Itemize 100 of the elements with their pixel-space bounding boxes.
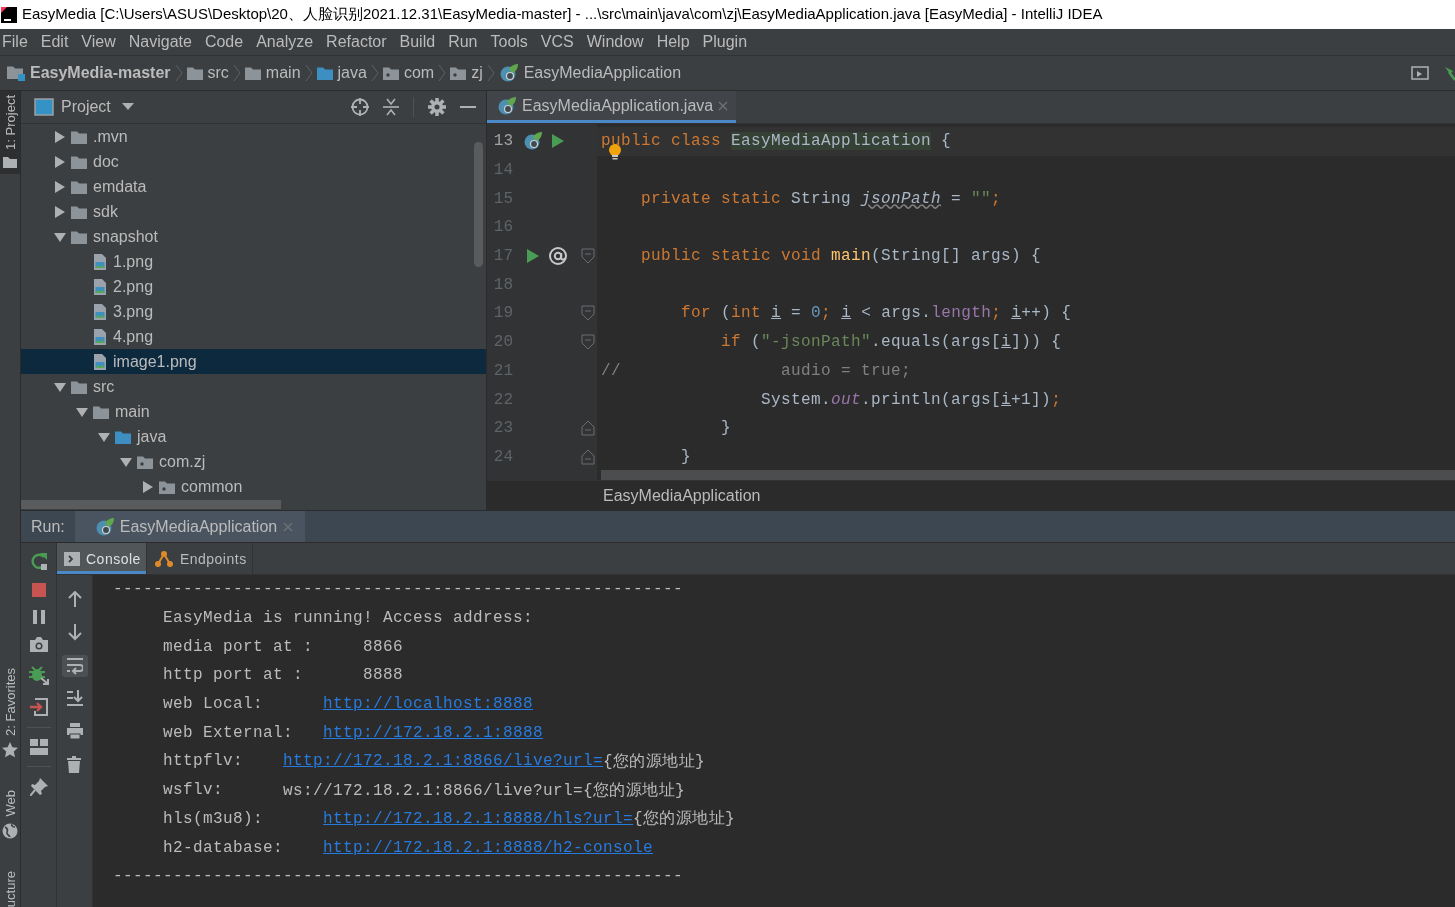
- tree-item[interactable]: doc: [21, 149, 486, 174]
- tool-window-button[interactable]: 1: Project: [0, 91, 20, 174]
- run-tab[interactable]: EasyMediaApplication: [74, 511, 306, 542]
- settings-icon[interactable]: [428, 98, 446, 116]
- menu-item[interactable]: Build: [399, 33, 436, 51]
- pin-icon[interactable]: [29, 778, 48, 796]
- editor-tab[interactable]: EasyMediaApplication.java: [487, 91, 737, 123]
- console-link[interactable]: http://172.18.2.1:8888/hls?url=: [323, 809, 634, 828]
- expand-arrow-icon[interactable]: [54, 130, 66, 143]
- folder-icon: [186, 66, 203, 80]
- menu-item[interactable]: Help: [656, 33, 690, 51]
- scrollbar-thumb[interactable]: [474, 142, 483, 267]
- console-link[interactable]: http://172.18.2.1:8866/live?url=: [283, 752, 604, 771]
- image-file-icon: [93, 252, 107, 271]
- code-line: for (int i = 0; i < args.length; i++) {: [680, 304, 1072, 323]
- expand-arrow-icon[interactable]: [54, 380, 66, 393]
- folder-icon: [316, 66, 333, 80]
- console-link[interactable]: http://localhost:8888: [323, 695, 534, 714]
- scroll-to-end-icon[interactable]: [66, 690, 83, 708]
- console-link[interactable]: http://172.18.2.1:8888: [323, 723, 544, 742]
- window-title: EasyMedia [C:\Users\ASUS\Desktop\20、人脸识别2021.12.31\EasyMedia-master] - ...\src\main\java\com\zj\EasyMediaApplication.java [EasyMedia] - IntelliJ IDEA: [22, 5, 1103, 24]
- menu-item[interactable]: Window: [586, 33, 644, 51]
- menu-item[interactable]: View: [81, 33, 116, 51]
- exit-icon[interactable]: [29, 698, 48, 716]
- breadcrumb-item[interactable]: EasyMedia-master: [7, 64, 171, 82]
- menu-item[interactable]: Run: [448, 33, 478, 51]
- expand-arrow-icon[interactable]: [54, 180, 66, 193]
- code-line: }: [720, 419, 732, 438]
- tree-item[interactable]: 1.png: [21, 249, 486, 274]
- tree-item[interactable]: emdata: [21, 174, 486, 199]
- rerun-icon[interactable]: [29, 552, 48, 570]
- menu-item[interactable]: Code: [204, 33, 244, 51]
- trash-icon[interactable]: [66, 756, 83, 774]
- expand-arrow-icon[interactable]: [54, 205, 66, 218]
- tree-item[interactable]: main: [21, 399, 486, 424]
- code-line: public class EasyMediaApplication {: [601, 132, 952, 151]
- tree-item[interactable]: common: [21, 474, 486, 499]
- bug-icon[interactable]: [28, 665, 49, 685]
- menu-item[interactable]: File: [2, 33, 28, 51]
- console-label: hls(m3u8):: [163, 809, 264, 828]
- tool-window-button[interactable]: ucture: [0, 866, 20, 907]
- window-icon[interactable]: [1411, 66, 1429, 80]
- breadcrumb-item[interactable]: java: [316, 64, 367, 82]
- menu-item[interactable]: VCS: [540, 33, 574, 51]
- breadcrumb-item[interactable]: EasyMediaApplication: [603, 486, 761, 505]
- print-icon[interactable]: [66, 723, 83, 741]
- tree-item[interactable]: java: [21, 424, 486, 449]
- code-line: private static String jsonPath = "";: [640, 189, 1002, 208]
- expand-arrow-icon[interactable]: [54, 155, 66, 168]
- console-value: ws://172.18.2.1:8866/live?url={您的源地址}: [283, 780, 686, 801]
- camera-icon[interactable]: [29, 637, 48, 652]
- menu-item[interactable]: Refactor: [326, 33, 387, 51]
- menu-item[interactable]: Edit: [40, 33, 69, 51]
- expand-arrow-icon[interactable]: [98, 430, 110, 443]
- stop-icon[interactable]: [31, 583, 46, 597]
- tree-item[interactable]: sdk: [21, 199, 486, 224]
- expand-arrow-icon[interactable]: [142, 480, 154, 493]
- menu-item[interactable]: Analyze: [256, 33, 314, 51]
- panel-title[interactable]: Project: [61, 98, 111, 116]
- line-number: 13: [492, 132, 513, 151]
- tree-item[interactable]: .mvn: [21, 124, 486, 149]
- tree-item[interactable]: com.zj: [21, 449, 486, 474]
- console-label: web Local:: [163, 695, 264, 714]
- menu-item[interactable]: Tools: [490, 33, 528, 51]
- crosshair-icon[interactable]: [351, 98, 369, 116]
- console-tab[interactable]: Console: [57, 543, 147, 574]
- tool-window-button[interactable]: 2: Favorites: [0, 664, 20, 765]
- expand-arrow-icon[interactable]: [76, 405, 88, 418]
- tree-item[interactable]: 2.png: [21, 274, 486, 299]
- tree-item[interactable]: 3.png: [21, 299, 486, 324]
- folder-icon: [71, 129, 87, 144]
- tree-item[interactable]: image1.png: [21, 349, 486, 374]
- up-arrow-icon[interactable]: [66, 591, 83, 609]
- project-folder-icon: [7, 65, 25, 81]
- scrollbar-thumb[interactable]: [601, 470, 1455, 480]
- breadcrumb-item[interactable]: EasyMediaApplication: [498, 63, 682, 83]
- expand-arrow-icon[interactable]: [120, 455, 132, 468]
- collapse-all-icon[interactable]: [383, 98, 399, 116]
- breadcrumb-item[interactable]: com: [382, 64, 435, 82]
- breadcrumb-item[interactable]: zj: [450, 64, 483, 82]
- console-tab[interactable]: Endpoints: [146, 543, 253, 574]
- soft-wrap-icon[interactable]: [66, 657, 83, 675]
- expand-arrow-icon[interactable]: [54, 230, 66, 243]
- layout-icon[interactable]: [29, 739, 48, 755]
- tool-window-button[interactable]: Web: [0, 786, 20, 845]
- breadcrumb-item[interactable]: main: [244, 64, 301, 82]
- scrollbar-thumb[interactable]: [21, 500, 281, 509]
- tree-item[interactable]: src: [21, 374, 486, 399]
- tree-item[interactable]: snapshot: [21, 224, 486, 249]
- menu-item[interactable]: Plugin: [702, 33, 748, 51]
- pause-icon[interactable]: [32, 610, 45, 624]
- code-line: System.out.println(args[i+1]);: [760, 390, 1062, 409]
- down-arrow-icon[interactable]: [66, 624, 83, 642]
- breadcrumb-item[interactable]: src: [186, 64, 229, 82]
- dropdown-caret-icon[interactable]: [121, 103, 134, 111]
- console-link[interactable]: http://172.18.2.1:8888/h2-console: [323, 838, 654, 857]
- minimize-icon[interactable]: [460, 105, 476, 109]
- tree-item[interactable]: 4.png: [21, 324, 486, 349]
- menu-item[interactable]: Navigate: [128, 33, 192, 51]
- console-label: httpflv:: [163, 752, 244, 771]
